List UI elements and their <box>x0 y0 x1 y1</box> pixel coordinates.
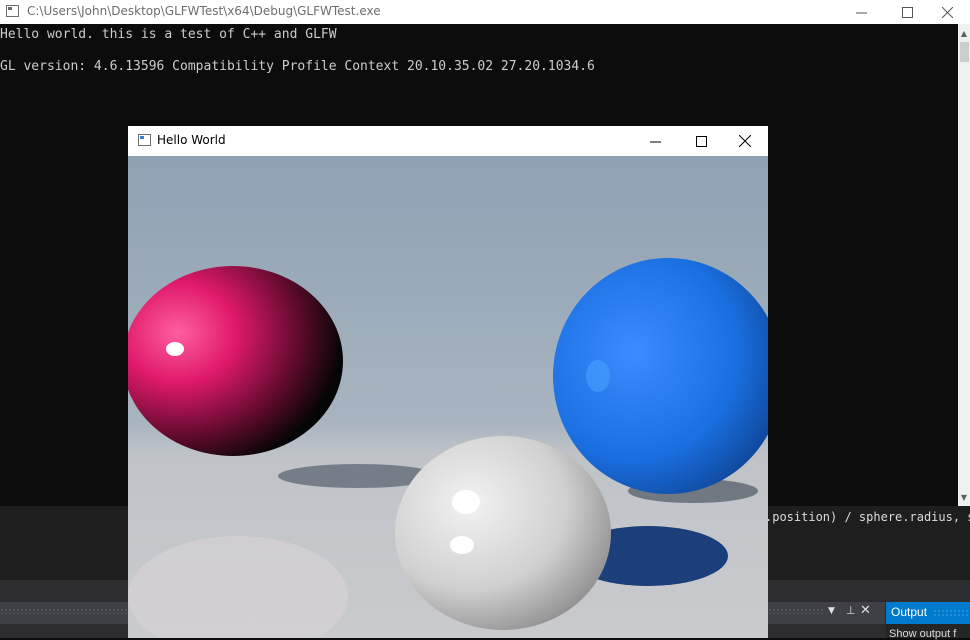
white-sphere-highlight <box>450 536 474 554</box>
minimize-icon <box>649 141 661 142</box>
blue-sphere-highlight <box>586 360 610 392</box>
glfw-app-icon <box>138 134 151 146</box>
scrollbar-thumb[interactable] <box>960 42 969 62</box>
dropdown-arrow-icon[interactable]: ▼ <box>828 606 835 616</box>
white-sphere <box>395 436 611 630</box>
vs-code-line: .position) / sphere.radius, sph <box>765 510 970 524</box>
white-sphere-highlight <box>452 490 480 514</box>
pink-sphere-highlight <box>166 342 184 356</box>
console-scrollbar[interactable] <box>958 24 970 506</box>
output-tab-grip <box>933 609 970 617</box>
console-line: GL version: 4.6.13596 Compatibility Prof… <box>0 59 595 74</box>
glfw-hello-world-window[interactable]: Hello World <box>128 126 768 638</box>
glfw-window-title: Hello World <box>157 133 226 147</box>
glfw-maximize-button[interactable] <box>678 126 724 156</box>
pink-sphere <box>128 266 343 456</box>
console-window-title: C:\Users\John\Desktop\GLFWTest\x64\Debug… <box>27 4 381 18</box>
raytraced-scene-viewport[interactable] <box>128 156 768 638</box>
output-tab-label: Output <box>891 605 928 619</box>
maximize-icon <box>695 135 707 147</box>
console-app-icon <box>6 5 19 17</box>
glfw-minimize-button[interactable] <box>632 126 678 156</box>
glfw-close-button[interactable] <box>722 126 768 156</box>
close-icon <box>739 135 751 147</box>
close-icon <box>941 6 953 18</box>
pin-icon[interactable]: ⊥ <box>846 604 856 617</box>
maximize-icon <box>901 6 913 18</box>
console-line: Hello world. this is a test of C++ and G… <box>0 27 337 42</box>
console-close-button[interactable] <box>924 0 970 24</box>
show-output-from-label: Show output f <box>889 628 957 640</box>
minimize-icon <box>855 12 867 13</box>
panel-close-icon[interactable]: ✕ <box>860 603 871 618</box>
scroll-down-arrow-icon[interactable]: ▼ <box>958 490 970 504</box>
scroll-up-arrow-icon[interactable]: ▲ <box>958 26 970 40</box>
console-minimize-button[interactable] <box>838 0 884 24</box>
